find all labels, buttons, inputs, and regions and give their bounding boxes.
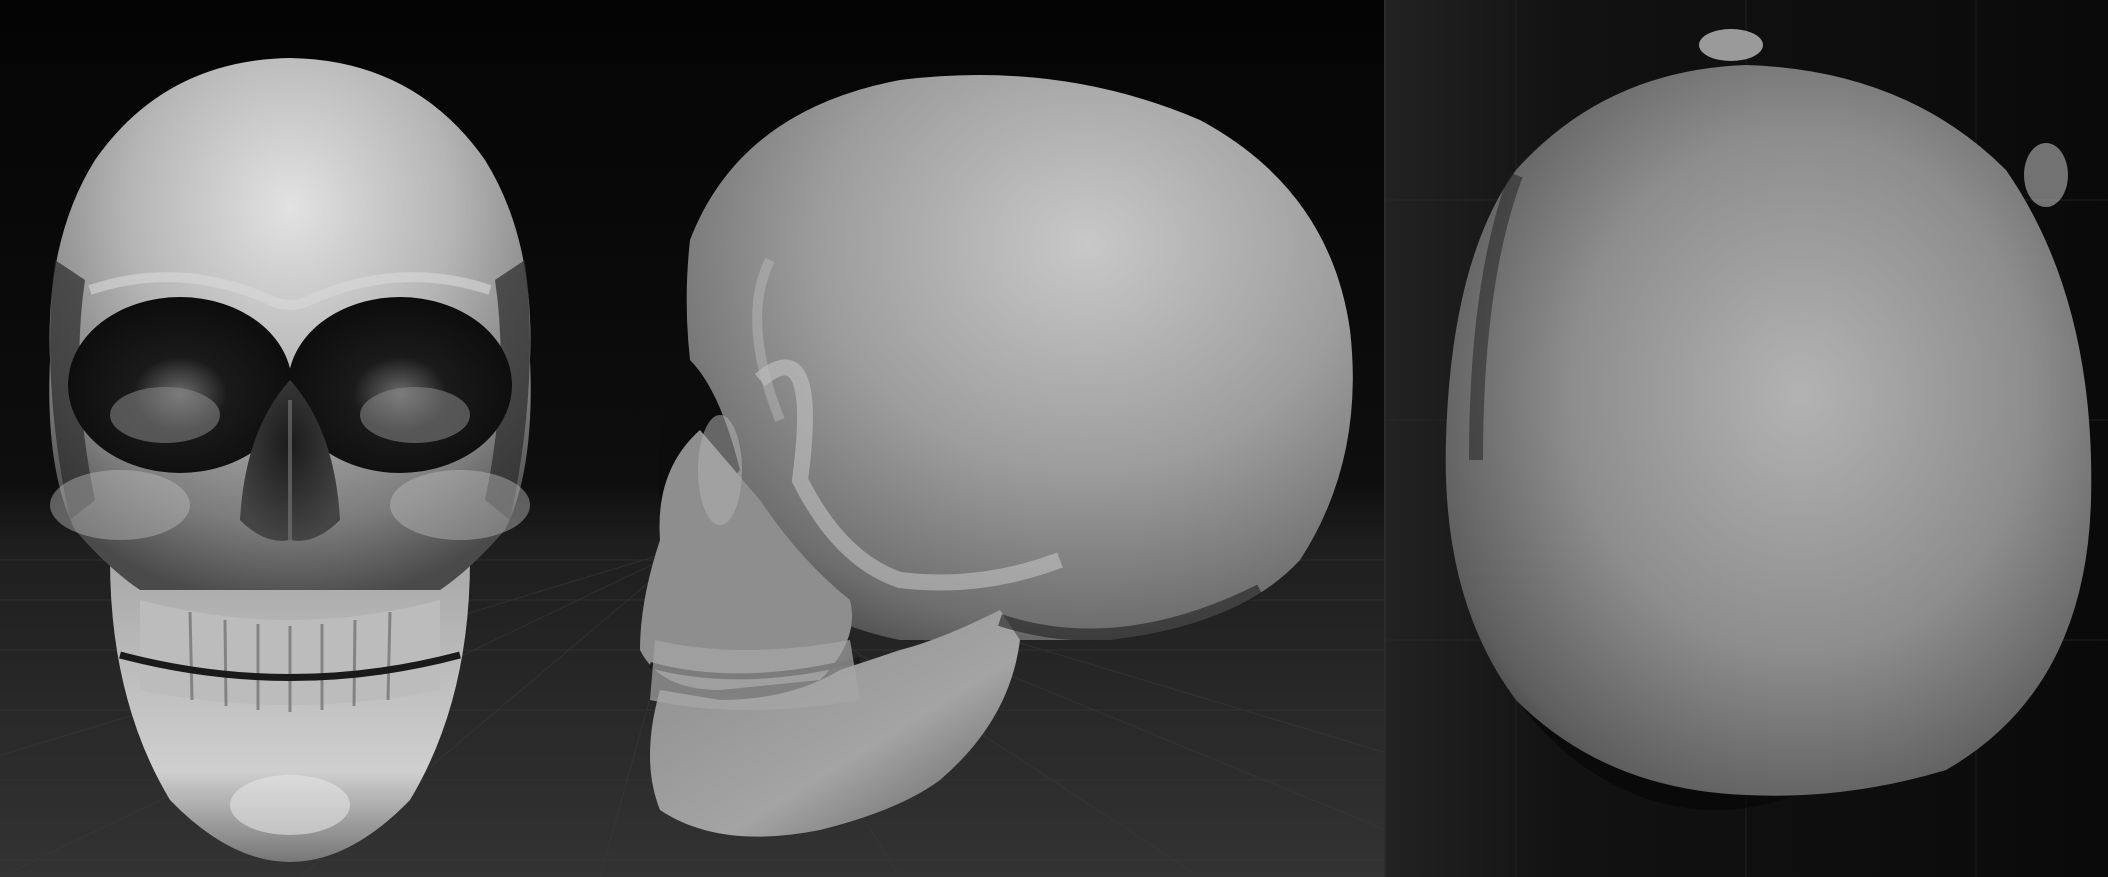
perspective-canvas: [0, 0, 1386, 877]
top-canvas: [1386, 0, 2108, 877]
viewport: [0, 0, 2108, 877]
skull-top[interactable]: [1445, 65, 2092, 796]
viewport-top[interactable]: [1386, 0, 2108, 877]
top-bump: [1699, 29, 1763, 61]
viewport-perspective[interactable]: [0, 0, 1386, 877]
